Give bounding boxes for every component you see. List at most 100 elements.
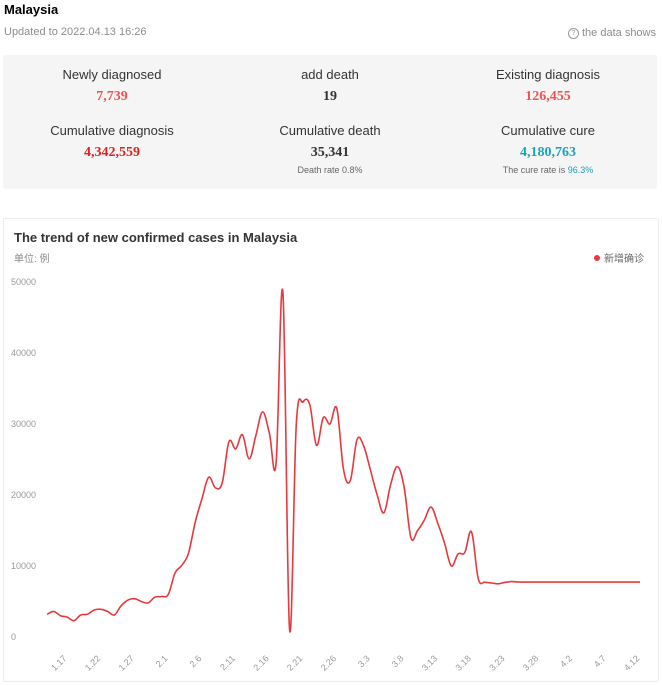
data-point[interactable] <box>179 562 185 568</box>
data-point[interactable] <box>617 579 623 585</box>
data-point[interactable] <box>246 456 252 462</box>
data-point[interactable] <box>415 528 421 534</box>
data-point[interactable] <box>354 437 360 443</box>
data-point[interactable] <box>482 579 488 585</box>
data-point[interactable] <box>172 570 178 576</box>
data-point[interactable] <box>57 613 63 619</box>
data-point[interactable] <box>293 421 299 427</box>
data-point[interactable] <box>320 415 326 421</box>
data-point[interactable] <box>448 563 454 569</box>
y-tick-label: 40000 <box>11 348 36 358</box>
x-tick-label: 3.8 <box>390 653 406 669</box>
data-point[interactable] <box>307 402 313 408</box>
data-point[interactable] <box>159 594 165 600</box>
data-point[interactable] <box>138 599 144 605</box>
data-point[interactable] <box>401 484 407 490</box>
data-point[interactable] <box>630 579 636 585</box>
data-point[interactable] <box>556 579 562 585</box>
data-point[interactable] <box>84 611 90 617</box>
data-point[interactable] <box>388 481 394 487</box>
data-point[interactable] <box>576 579 582 585</box>
data-point[interactable] <box>314 442 320 448</box>
data-point[interactable] <box>64 614 70 620</box>
data-point[interactable] <box>475 576 481 582</box>
data-point[interactable] <box>428 504 434 510</box>
data-point[interactable] <box>529 579 535 585</box>
data-point[interactable] <box>145 600 151 606</box>
data-point[interactable] <box>455 551 461 557</box>
data-point[interactable] <box>165 591 171 597</box>
data-point[interactable] <box>132 596 138 602</box>
data-point[interactable] <box>91 607 97 613</box>
data-point[interactable] <box>347 478 353 484</box>
stat-label: Cumulative death <box>279 123 381 138</box>
data-point[interactable] <box>469 529 475 535</box>
data-point[interactable] <box>98 606 104 612</box>
data-point[interactable] <box>563 579 569 585</box>
data-point[interactable] <box>462 550 468 556</box>
data-point[interactable] <box>212 485 218 491</box>
data-point[interactable] <box>44 611 50 617</box>
stat-label: add death <box>301 67 359 82</box>
data-point[interactable] <box>374 492 380 498</box>
data-point[interactable] <box>570 579 576 585</box>
data-point[interactable] <box>226 439 232 445</box>
data-point[interactable] <box>266 430 272 436</box>
data-point[interactable] <box>421 517 427 523</box>
data-point[interactable] <box>597 579 603 585</box>
data-point[interactable] <box>78 612 84 618</box>
data-point[interactable] <box>186 550 192 556</box>
data-point[interactable] <box>51 608 57 614</box>
data-point[interactable] <box>71 618 77 624</box>
data-point[interactable] <box>583 579 589 585</box>
data-point[interactable] <box>152 594 158 600</box>
data-point[interactable] <box>206 474 212 480</box>
data-point[interactable] <box>273 460 279 466</box>
data-point[interactable] <box>287 627 293 633</box>
data-point[interactable] <box>253 432 259 438</box>
data-point[interactable] <box>522 579 528 585</box>
data-point[interactable] <box>239 432 245 438</box>
data-point[interactable] <box>199 496 205 502</box>
data-point[interactable] <box>111 612 117 618</box>
data-point[interactable] <box>233 446 239 452</box>
data-point[interactable] <box>118 603 124 609</box>
data-point[interactable] <box>394 464 400 470</box>
stat-newly-diagnosed: Newly diagnosed 7,739 <box>3 67 221 105</box>
data-point[interactable] <box>603 579 609 585</box>
x-tick-label: 3.18 <box>453 653 472 672</box>
stat-value: 7,739 <box>96 89 128 104</box>
data-point[interactable] <box>280 290 286 296</box>
data-point[interactable] <box>442 540 448 546</box>
stat-cumulative-death: Cumulative death 35,341 Death rate 0.8% <box>221 123 439 175</box>
data-point[interactable] <box>341 466 347 472</box>
data-point[interactable] <box>125 597 131 603</box>
data-point[interactable] <box>408 535 414 541</box>
data-point[interactable] <box>361 443 367 449</box>
data-point[interactable] <box>327 421 333 427</box>
data-point[interactable] <box>219 480 225 486</box>
data-point[interactable] <box>543 579 549 585</box>
data-point[interactable] <box>516 579 522 585</box>
data-point[interactable] <box>536 579 542 585</box>
data-point[interactable] <box>509 579 515 585</box>
data-point[interactable] <box>489 580 495 586</box>
data-point[interactable] <box>334 405 340 411</box>
data-point[interactable] <box>105 608 111 614</box>
data-point[interactable] <box>610 579 616 585</box>
y-tick-label: 0 <box>11 632 16 642</box>
data-point[interactable] <box>381 510 387 516</box>
data-point[interactable] <box>435 520 441 526</box>
data-point[interactable] <box>495 581 501 587</box>
data-point[interactable] <box>367 467 373 473</box>
data-point[interactable] <box>624 579 630 585</box>
data-point[interactable] <box>260 409 266 415</box>
data-point[interactable] <box>502 579 508 585</box>
data-point[interactable] <box>590 579 596 585</box>
data-point[interactable] <box>300 399 306 405</box>
data-source-link[interactable]: ? the data shows <box>568 27 656 39</box>
data-point[interactable] <box>192 519 198 525</box>
data-point[interactable] <box>637 579 643 585</box>
data-point[interactable] <box>549 579 555 585</box>
x-tick-label: 2.21 <box>285 653 304 672</box>
